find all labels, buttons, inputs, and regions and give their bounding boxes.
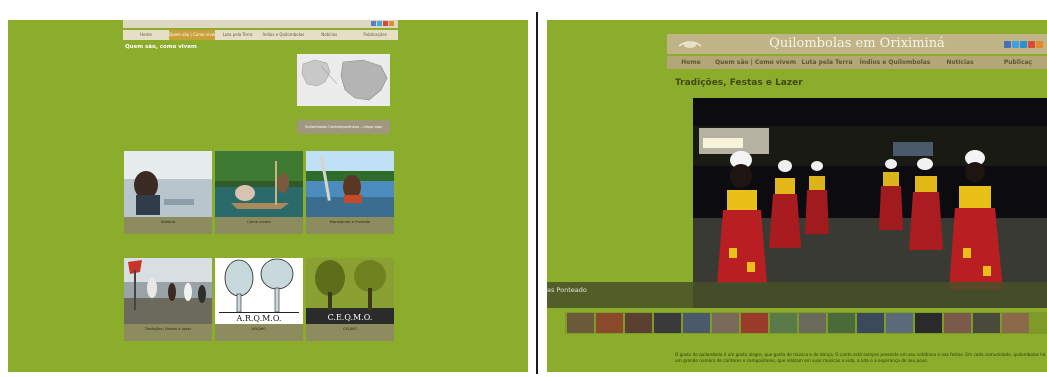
social-icons: [371, 21, 394, 26]
brazil-map-image[interactable]: [297, 54, 390, 106]
nav-item-luta-pela-terra[interactable]: Luta pela Terra: [795, 56, 859, 69]
thumbnail[interactable]: [625, 313, 652, 333]
tradicoes-photo: [124, 258, 212, 324]
tile-caption: Manejando a Floresta: [329, 219, 371, 224]
social-icons: [1004, 41, 1043, 48]
screenshot-divider: [536, 12, 538, 374]
left-screenshot: Home Quem são | Como vivem Luta pela Ter…: [8, 20, 528, 372]
rss-icon[interactable]: [1036, 41, 1043, 48]
screenshot-canvas: Home Quem são | Como vivem Luta pela Ter…: [0, 0, 1047, 377]
google-plus-icon[interactable]: [1028, 41, 1035, 48]
google-plus-icon[interactable]: [383, 21, 388, 26]
site-title: Quilombolas em Oriximiná: [769, 36, 945, 51]
linkedin-icon[interactable]: [1020, 41, 1027, 48]
page-title: Tradições, Festas e Lazer: [675, 78, 803, 88]
thumbnail[interactable]: [654, 313, 681, 333]
tile-manejando-floresta[interactable]: Manejando a Floresta: [306, 151, 394, 234]
quilombolas-map-button[interactable]: Quilombolas Contemporâneos - clique aqui: [297, 120, 390, 134]
arqmo-logo-text: A.R.Q.M.O.: [236, 314, 282, 323]
thumbnail[interactable]: [770, 313, 797, 333]
tile-caption: Como vivem: [247, 219, 271, 224]
thumbnail[interactable]: [799, 313, 826, 333]
nav-item-indios-e-quilombolas[interactable]: Índios e Quilombolas: [260, 30, 306, 40]
main-nav: Home Quem são | Como vivem Luta pela Ter…: [667, 56, 1047, 69]
tile-caption: ARQMO: [251, 326, 267, 331]
como-vivem-photo: [215, 151, 303, 217]
ceqmo-logo-text: C.E.Q.M.O.: [328, 313, 373, 322]
site-header: Quilombolas em Oriximiná: [667, 34, 1047, 54]
twitter-icon[interactable]: [377, 21, 382, 26]
thumbnail[interactable]: [944, 313, 971, 333]
thumbnail[interactable]: [973, 313, 1000, 333]
tile-caption: História: [160, 219, 176, 224]
thumbnail[interactable]: [886, 313, 913, 333]
thumbnail[interactable]: [712, 313, 739, 333]
tile-historia[interactable]: História: [124, 151, 212, 234]
nav-item-publicacoes[interactable]: Publicaç: [989, 56, 1047, 69]
tile-tradicoes[interactable]: Tradições, Festas e lazer: [124, 258, 212, 341]
thumbnail[interactable]: [741, 313, 768, 333]
nav-item-quem-sao[interactable]: Quem são | Como vivem: [715, 56, 796, 69]
thumbnail[interactable]: [1002, 313, 1029, 333]
arqmo-logo-image: A.R.Q.M.O.: [215, 258, 303, 324]
thumbnail[interactable]: [828, 313, 855, 333]
nav-item-noticias[interactable]: Notícias: [306, 30, 352, 40]
thumbnail[interactable]: [857, 313, 884, 333]
facebook-icon[interactable]: [371, 21, 376, 26]
manejando-floresta-photo: [306, 151, 394, 217]
festival-photo[interactable]: [693, 98, 1047, 308]
thumbnail[interactable]: [915, 313, 942, 333]
main-nav: Home Quem são | Como vivem Luta pela Ter…: [123, 30, 398, 40]
nav-item-home[interactable]: Home: [123, 30, 169, 40]
photo-caption-bar: [547, 282, 1047, 308]
thumbnail[interactable]: [596, 313, 623, 333]
right-screenshot: Quilombolas em Oriximiná Home Quem são |…: [547, 20, 1047, 372]
site-header-bar: [123, 20, 398, 28]
tile-caption: Tradições, Festas e lazer: [144, 326, 192, 331]
ceqmo-logo-image: C.E.Q.M.O.: [306, 258, 394, 324]
twitter-icon[interactable]: [1012, 41, 1019, 48]
tile-caption: CEQMO: [342, 326, 358, 331]
photo-caption: as Ponteado: [547, 286, 587, 294]
tile-ceqmo[interactable]: C.E.Q.M.O. CEQMO: [306, 258, 394, 341]
nav-item-publicacoes[interactable]: Publicações: [352, 30, 398, 40]
facebook-icon[interactable]: [1004, 41, 1011, 48]
nav-item-quem-sao[interactable]: Quem são | Como vivem: [168, 30, 215, 40]
thumbnail[interactable]: [567, 313, 594, 333]
page-title: Quem são, como vivem: [125, 44, 197, 50]
tile-arqmo[interactable]: A.R.Q.M.O. ARQMO: [215, 258, 303, 341]
historia-photo: [124, 151, 212, 217]
tile-como-vivem[interactable]: Como vivem: [215, 151, 303, 234]
thumbnail[interactable]: [683, 313, 710, 333]
rss-icon[interactable]: [389, 21, 394, 26]
nav-item-noticias[interactable]: Notícias: [931, 56, 989, 69]
page-description: O gosto do quilombola é um gosto alegre,…: [675, 352, 1046, 364]
thumbnail-strip: [565, 312, 1047, 334]
nav-item-luta-pela-terra[interactable]: Luta pela Terra: [215, 30, 261, 40]
nav-item-home[interactable]: Home: [667, 56, 715, 69]
nav-item-indios-e-quilombolas[interactable]: Índios e Quilombolas: [859, 56, 931, 69]
